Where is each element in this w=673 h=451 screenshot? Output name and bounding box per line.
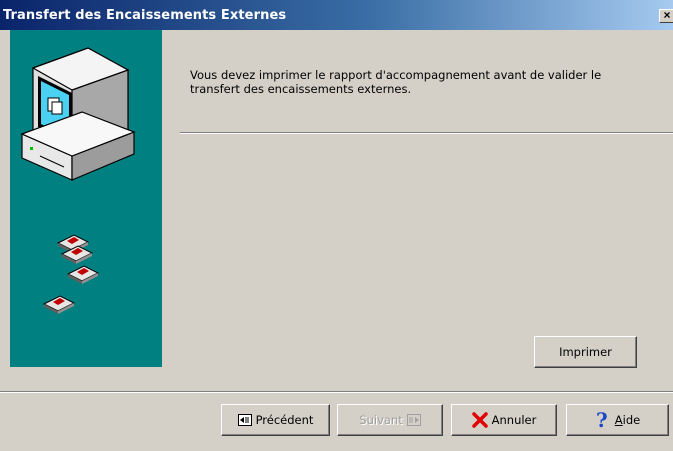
- next-arrow-icon: [406, 414, 421, 426]
- close-icon: ×: [663, 9, 671, 22]
- svg-text:?: ?: [596, 410, 608, 430]
- close-button[interactable]: ×: [659, 9, 673, 23]
- print-button[interactable]: Imprimer: [534, 336, 637, 368]
- wizard-sidebar: [10, 30, 162, 367]
- previous-arrow-icon: [237, 414, 252, 426]
- help-button-label: Aide: [615, 413, 640, 427]
- red-x-icon: [471, 412, 488, 428]
- next-button[interactable]: Suivant: [337, 404, 443, 436]
- next-button-label: Suivant: [359, 413, 403, 427]
- title-bar: Transfert des Encaissements Externes ×: [0, 0, 673, 30]
- cancel-button[interactable]: Annuler: [451, 404, 557, 436]
- floppy-disk-icon: [42, 234, 100, 314]
- instruction-message: Vous devez imprimer le rapport d'accompa…: [190, 68, 602, 96]
- previous-button-label: Précédent: [255, 413, 314, 427]
- help-label-rest: ide: [622, 413, 641, 427]
- content-separator: [180, 132, 673, 134]
- print-button-label: Imprimer: [559, 345, 612, 359]
- window-title: Transfert des Encaissements Externes: [3, 8, 287, 23]
- help-button[interactable]: ? Aide: [566, 404, 669, 436]
- cancel-button-label: Annuler: [491, 413, 537, 427]
- computer-icon: [20, 47, 136, 181]
- question-mark-icon: ?: [595, 410, 611, 430]
- wizard-content: Vous devez imprimer le rapport d'accompa…: [162, 30, 673, 368]
- sidebar-illustration: [20, 47, 136, 314]
- previous-button[interactable]: Précédent: [221, 404, 330, 436]
- footer-separator: [0, 391, 673, 393]
- help-accelerator: A: [614, 413, 623, 427]
